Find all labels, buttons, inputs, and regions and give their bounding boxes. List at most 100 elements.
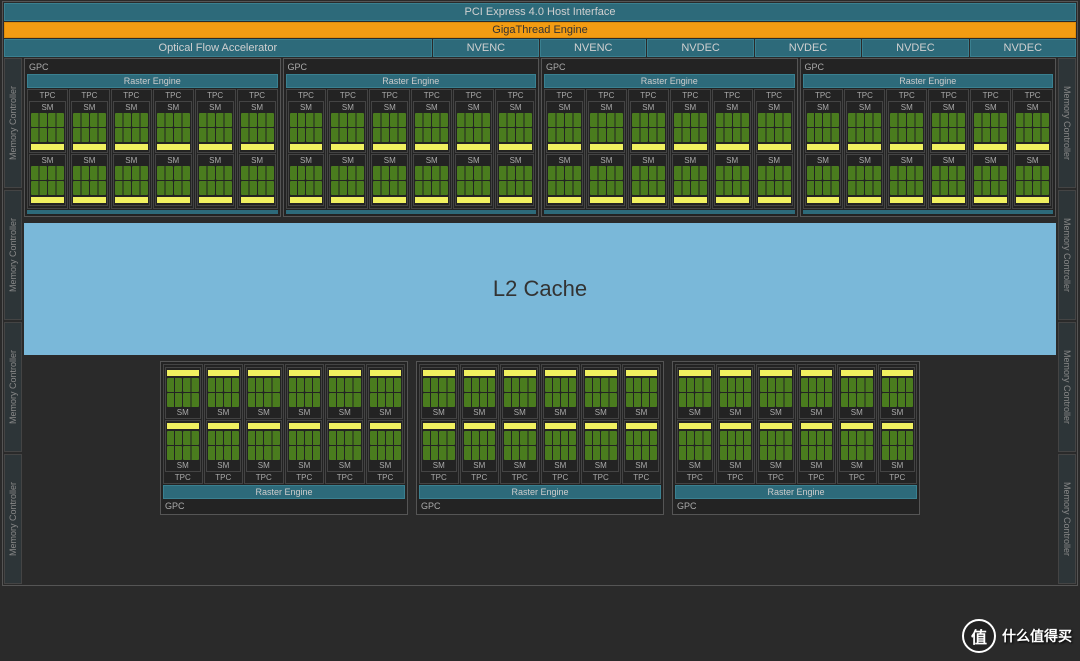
cuda-core: [474, 166, 490, 180]
cuda-core: [132, 128, 148, 142]
raster-engine: Raster Engine: [163, 485, 405, 499]
sm-block: SM: [329, 101, 366, 153]
sm-label: SM: [199, 156, 232, 165]
rt-tensor-bar: [290, 197, 323, 203]
cuda-core: [345, 446, 360, 460]
cuda-core: [632, 128, 648, 142]
tpc-label: TPC: [799, 473, 835, 482]
cuda-core: [817, 431, 832, 445]
tpc-block: SM SM TPC: [837, 364, 877, 484]
cuda-core: [499, 128, 515, 142]
cuda-core: [423, 431, 438, 445]
sm-block: SM: [165, 420, 201, 472]
sm-block: SM: [413, 154, 450, 206]
sm-label: SM: [807, 156, 840, 165]
cuda-core: [720, 446, 735, 460]
cuda-core: [474, 113, 490, 127]
cuda-core: [174, 128, 190, 142]
tpc-label: TPC: [197, 91, 234, 100]
tpc-block: TPC SM SM: [195, 89, 236, 209]
gpc-block: GPC Raster Engine TPC SM SM TPC SM SM TP…: [800, 58, 1057, 217]
rt-tensor-bar: [504, 370, 536, 376]
sm-block: SM: [29, 101, 66, 153]
gpc-label: GPC: [803, 61, 1054, 73]
sm-label: SM: [1016, 103, 1049, 112]
sm-block: SM: [880, 420, 916, 472]
sm-block: SM: [455, 101, 492, 153]
rt-tensor-bar: [248, 423, 280, 429]
cuda-core: [1016, 128, 1032, 142]
tpc-block: TPC SM SM: [544, 89, 585, 209]
cuda-core: [882, 378, 897, 392]
rt-tensor-bar: [974, 197, 1007, 203]
sm-label: SM: [679, 408, 711, 417]
sm-block: SM: [287, 367, 323, 419]
sm-label: SM: [370, 408, 402, 417]
cuda-core: [801, 378, 816, 392]
cuda-core: [348, 113, 364, 127]
cuda-core: [504, 431, 519, 445]
sm-label: SM: [31, 156, 64, 165]
sm-label: SM: [890, 156, 923, 165]
rt-tensor-bar: [31, 197, 64, 203]
cuda-core: [305, 378, 320, 392]
cuda-core: [157, 113, 173, 127]
cuda-core: [775, 128, 791, 142]
sm-label: SM: [548, 156, 581, 165]
sm-block: SM: [756, 101, 793, 153]
sm-label: SM: [760, 408, 792, 417]
rt-tensor-bar: [73, 197, 106, 203]
cuda-core: [390, 166, 406, 180]
tpc-block: TPC SM SM: [237, 89, 278, 209]
raster-engine: Raster Engine: [419, 485, 661, 499]
sm-label: SM: [716, 103, 749, 112]
sm-label: SM: [167, 461, 199, 470]
cuda-core: [607, 181, 623, 195]
rt-tensor-bar: [370, 423, 402, 429]
sm-block: SM: [368, 367, 404, 419]
tpc-block: TPC SM SM: [586, 89, 627, 209]
tpc-label: TPC: [805, 91, 842, 100]
cuda-core: [776, 393, 791, 407]
cuda-core: [258, 128, 274, 142]
tpc-label: TPC: [543, 473, 579, 482]
rt-tensor-bar: [848, 197, 881, 203]
rt-tensor-bar: [464, 370, 496, 376]
sm-label: SM: [329, 408, 361, 417]
cuda-core: [949, 181, 965, 195]
rt-tensor-bar: [841, 370, 873, 376]
cuda-core: [516, 128, 532, 142]
tpc-label: TPC: [329, 91, 366, 100]
rt-tensor-bar: [848, 144, 881, 150]
cuda-core: [736, 393, 751, 407]
cuda-core: [898, 446, 913, 460]
sm-label: SM: [848, 103, 881, 112]
cuda-core: [801, 446, 816, 460]
rt-tensor-bar: [329, 370, 361, 376]
sm-label: SM: [841, 408, 873, 417]
cuda-core: [520, 431, 535, 445]
rt-tensor-bar: [157, 197, 190, 203]
gpc-label: GPC: [286, 61, 537, 73]
rt-tensor-bar: [720, 370, 752, 376]
sm-block: SM: [972, 154, 1009, 206]
cuda-core: [716, 128, 732, 142]
cuda-core: [1016, 181, 1032, 195]
tpc-label: TPC: [758, 473, 794, 482]
rt-tensor-bar: [585, 370, 617, 376]
cuda-core: [1033, 113, 1049, 127]
gpc-label: GPC: [163, 500, 405, 512]
cuda-core: [776, 446, 791, 460]
memory-controller: Memory Controller: [4, 322, 22, 452]
cuda-core: [183, 431, 198, 445]
sm-block: SM: [246, 367, 282, 419]
cuda-core: [224, 378, 239, 392]
sm-block: SM: [799, 367, 835, 419]
cuda-core: [991, 181, 1007, 195]
cuda-core: [423, 378, 438, 392]
sm-label: SM: [241, 156, 274, 165]
rt-tensor-bar: [457, 197, 490, 203]
cuda-core: [224, 431, 239, 445]
memory-controller: Memory Controller: [1058, 58, 1076, 188]
tpc-block: TPC SM SM: [27, 89, 68, 209]
